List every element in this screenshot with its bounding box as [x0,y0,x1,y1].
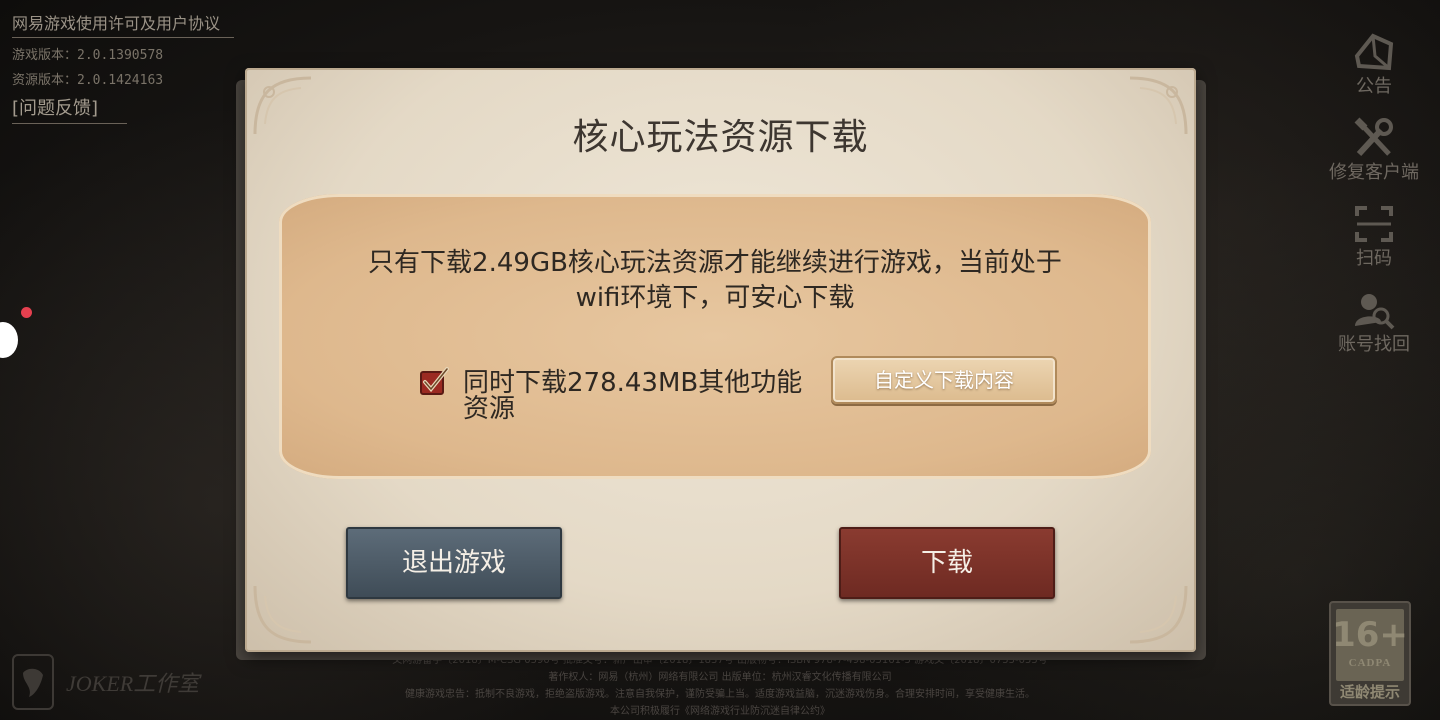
exit-game-button[interactable]: 退出游戏 [346,527,562,599]
side-item-announcement[interactable]: 公告 [1324,30,1424,98]
scan-code-icon [1355,206,1393,242]
legal-line: 本公司积极履行《网络游戏行业防沉迷自律公约》 [610,706,830,717]
download-message: 只有下载2.49GB核心玩法资源才能继续进行游戏，当前处于 wifi环境下，可安… [319,246,1111,316]
notification-dot [21,307,32,318]
studio-logo: JOKER工作室 [12,654,199,710]
studio-name: JOKER工作室 [66,671,200,696]
side-item-label: 扫码 [1356,248,1392,269]
corner-ornament-icon [1129,585,1188,644]
version-info: 网易游戏使用许可及用户协议 游戏版本：2.0.1390578 资源版本：2.0.… [12,10,234,124]
user-agreement-link[interactable]: 网易游戏使用许可及用户协议 [12,10,234,38]
extra-resources-checkbox[interactable] [419,366,449,396]
account-recovery-icon [1355,294,1395,330]
age-rating: 16+ [1332,615,1408,655]
side-item-repair[interactable]: 修复客户端 [1324,116,1424,184]
side-item-scan[interactable]: 扫码 [1324,202,1424,270]
extra-resources-label: 同时下载278.43MB其他功能资源 [463,368,803,424]
message-panel: 只有下载2.49GB核心玩法资源才能继续进行游戏，当前处于 wifi环境下，可安… [279,194,1151,479]
announcement-icon [1354,33,1394,71]
custom-download-button[interactable]: 自定义下载内容 [831,356,1057,404]
legal-line: 著作权人：网易（杭州）网络有限公司 出版单位：杭州汉睿文化传播有限公司 [548,672,892,683]
corner-ornament-icon [253,585,312,644]
feedback-link[interactable]: [问题反馈] [12,94,127,124]
legal-text: 文网游备字〔2018〕M-CSG 0590号 批准文号：新广出审〔2018〕18… [320,652,1120,720]
download-dialog: 核心玩法资源下载 只有下载2.49GB核心玩法资源才能继续进行游戏，当前处于 w… [245,68,1196,652]
repair-tools-icon [1354,117,1393,157]
side-item-label: 账号找回 [1338,334,1410,355]
side-item-label: 公告 [1356,76,1392,97]
dialog-title: 核心玩法资源下载 [572,117,869,158]
age-rating-badge[interactable]: 16+ CADPA 适龄提示 [1329,601,1411,706]
resource-version: 资源版本：2.0.1424163 [12,73,164,88]
extra-resources-option: 同时下载278.43MB其他功能资源 [419,366,813,422]
checkmark-icon [420,367,449,395]
side-item-label: 修复客户端 [1329,162,1419,183]
joker-mask-icon [12,654,54,710]
age-rating-org: CADPA [1348,657,1392,669]
message-line: 只有下载2.49GB核心玩法资源才能继续进行游戏，当前处于 [368,248,1062,278]
side-item-account-recovery[interactable]: 账号找回 [1324,288,1424,356]
side-menu: 公告 修复客户端 扫码 账号找回 [1324,30,1424,374]
game-version: 游戏版本：2.0.1390578 [12,48,164,63]
age-rating-tip: 适龄提示 [1339,683,1400,701]
download-button[interactable]: 下载 [839,527,1055,599]
message-line: wifi环境下，可安心下载 [575,283,855,313]
legal-line: 健康游戏忠告：抵制不良游戏，拒绝盗版游戏。注意自我保护，谨防受骗上当。适度游戏益… [405,689,1035,700]
